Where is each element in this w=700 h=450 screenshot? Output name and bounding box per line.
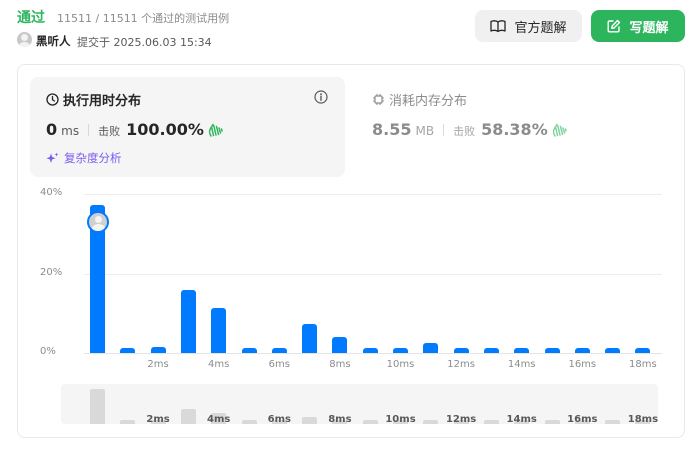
- y-tick-label: 40%: [40, 187, 63, 198]
- overview-bar: [423, 420, 439, 424]
- runtime-beats-label: 击败: [98, 125, 121, 138]
- runtime-title: 执行用时分布: [46, 90, 141, 109]
- y-tick-label: 20%: [40, 266, 63, 278]
- overview-bar: [90, 388, 105, 424]
- x-tick-label: 14ms: [507, 359, 536, 370]
- chart-bar[interactable]: [514, 348, 530, 353]
- x-tick-label: 2ms: [147, 359, 169, 370]
- chart-bar[interactable]: [271, 348, 287, 353]
- overview-tick-label: 4ms: [207, 414, 231, 425]
- overview-bar: [544, 420, 560, 424]
- chart-bar[interactable]: [574, 348, 590, 353]
- gridline: [84, 194, 662, 195]
- x-tick-label: 8ms: [329, 359, 351, 370]
- user-name[interactable]: 黑听人: [36, 33, 71, 49]
- x-tick-label: 12ms: [447, 359, 475, 370]
- chart-bar[interactable]: [211, 308, 227, 353]
- divider: [443, 123, 445, 136]
- status-label: 通过: [17, 10, 45, 26]
- overview-bar: [605, 420, 621, 424]
- chart-bar[interactable]: [241, 348, 257, 353]
- sparkle-icon: [46, 152, 59, 163]
- chart-bar[interactable]: [483, 348, 499, 353]
- x-tick-label: 4ms: [208, 359, 230, 370]
- chart-bar[interactable]: [120, 347, 136, 353]
- overview-tick-label: 6ms: [267, 414, 291, 425]
- chart-bar[interactable]: [362, 348, 378, 353]
- clock-icon: [46, 93, 59, 106]
- overview-bar: [302, 417, 318, 424]
- write-solution-label: 写题解: [629, 20, 669, 36]
- overview-bar: [483, 420, 499, 424]
- memory-beats-value: 58.38%: [481, 120, 548, 139]
- x-axis-line: [84, 353, 662, 354]
- memory-unit: MB: [415, 124, 435, 138]
- avatar[interactable]: [17, 32, 32, 47]
- overview-tick-label: 10ms: [385, 414, 416, 425]
- pass-count: 11511 / 11511 个通过的测试用例: [57, 12, 230, 25]
- chart-bar[interactable]: [453, 348, 469, 353]
- info-icon[interactable]: [314, 90, 328, 104]
- memory-title[interactable]: 消耗内存分布: [372, 90, 467, 109]
- chart-bar[interactable]: [635, 348, 651, 353]
- user-position-avatar[interactable]: [86, 211, 109, 234]
- write-solution-button[interactable]: 写题解: [591, 10, 685, 42]
- runtime-value: 0: [46, 120, 58, 139]
- overview-bar: [241, 420, 257, 424]
- overview-tick-label: 14ms: [506, 414, 537, 425]
- book-icon: [490, 20, 507, 33]
- chart-bar[interactable]: [393, 348, 408, 353]
- x-tick-label: 16ms: [568, 359, 597, 370]
- overview-bar: [120, 420, 136, 424]
- chip-icon: [373, 94, 384, 105]
- runtime-unit: ms: [61, 124, 80, 138]
- chart-bar[interactable]: [150, 347, 166, 353]
- submit-time: 提交于 2025.06.03 15:34: [77, 36, 212, 49]
- official-solution-button[interactable]: 官方题解: [475, 10, 582, 42]
- overview-bar: [362, 420, 378, 424]
- official-solution-label: 官方题解: [514, 20, 567, 36]
- chart-bar[interactable]: [605, 348, 621, 353]
- chart-bar[interactable]: [423, 342, 439, 353]
- complexity-label: 复杂度分析: [64, 151, 122, 165]
- runtime-beats-value: 100.00%: [126, 120, 204, 139]
- overview-bar: [180, 408, 196, 424]
- y-tick-label: 0%: [40, 346, 56, 357]
- clapping-hands-icon: [208, 123, 223, 137]
- x-tick-label: 18ms: [629, 359, 657, 370]
- gridline: [84, 273, 662, 275]
- runtime-title-text: 执行用时分布: [63, 94, 142, 109]
- x-tick-label: 6ms: [268, 359, 290, 370]
- chart-bar[interactable]: [332, 337, 348, 353]
- memory-metrics: 8.55 MB 击败 58.38%: [372, 120, 568, 139]
- runtime-metrics: 0 ms 击败 100.00%: [46, 120, 224, 139]
- overview-tick-label: 12ms: [445, 414, 477, 425]
- memory-value: 8.55: [372, 120, 412, 139]
- chart-bar[interactable]: [302, 324, 318, 353]
- overview-tick-label: 16ms: [567, 414, 598, 425]
- clapping-hands-icon: [552, 123, 567, 137]
- chart-bar[interactable]: [180, 290, 196, 353]
- divider: [88, 123, 90, 136]
- x-tick-label: 10ms: [386, 359, 415, 370]
- edit-icon: [607, 19, 621, 33]
- complexity-analysis-link[interactable]: 复杂度分析: [46, 150, 122, 166]
- overview-tick-label: 2ms: [146, 414, 170, 425]
- memory-title-text: 消耗内存分布: [389, 94, 468, 109]
- chart-bar[interactable]: [544, 348, 560, 353]
- overview-tick-label: 18ms: [627, 414, 659, 425]
- memory-beats-label: 击败: [453, 125, 476, 138]
- overview-tick-label: 8ms: [328, 414, 352, 425]
